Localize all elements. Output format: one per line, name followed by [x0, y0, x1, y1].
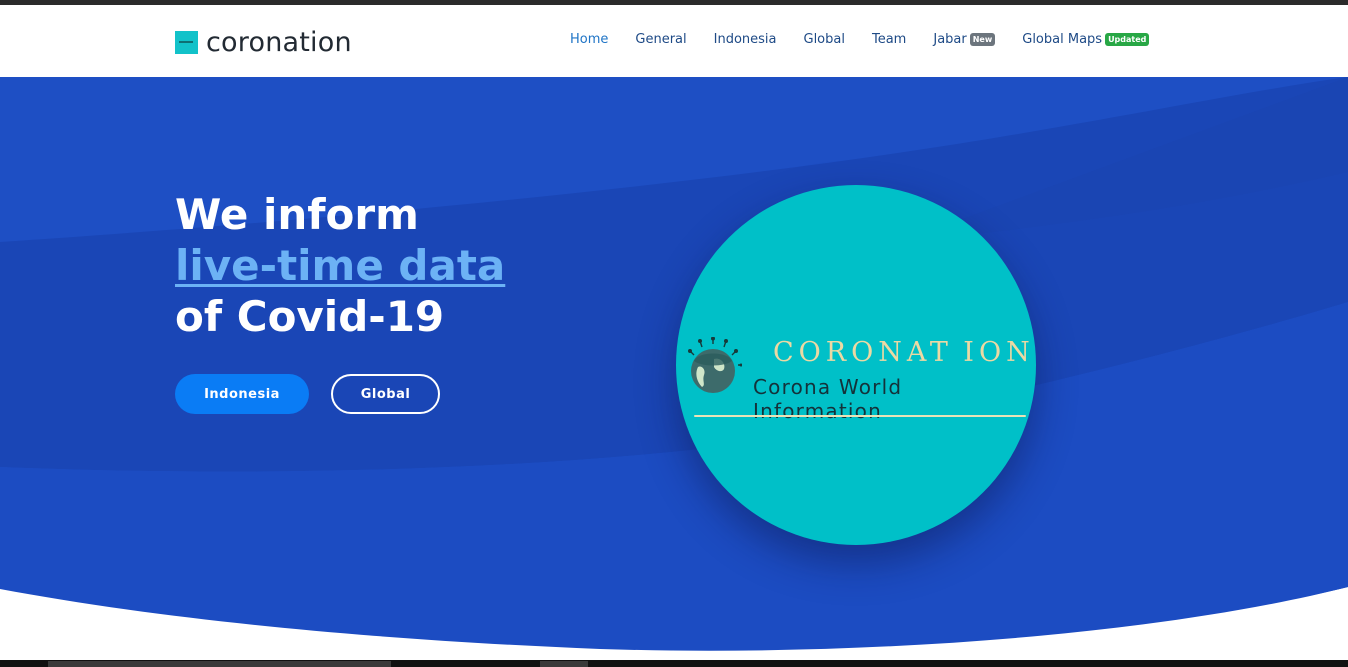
- taskbar-segment: [48, 661, 391, 667]
- nav-label: Indonesia: [713, 32, 777, 47]
- hero-background: [0, 77, 1348, 667]
- nav-label: Team: [871, 32, 907, 47]
- nav-item-global-maps[interactable]: Global Maps Updated: [1022, 32, 1150, 47]
- hero-headline: We inform live-time data of Covid-19: [175, 189, 505, 342]
- coronation-logo-card: CORONAT ION Corona World Information: [676, 185, 1036, 545]
- logo-divider: [694, 415, 1026, 417]
- nav-label: Jabar: [933, 32, 967, 47]
- new-badge: New: [969, 33, 996, 46]
- nav-label: General: [635, 32, 687, 47]
- nav-label: Global: [803, 32, 845, 47]
- nav-item-global[interactable]: Global: [804, 32, 845, 47]
- nav-links: Home General Indonesia Global Team Jabar…: [570, 32, 1150, 47]
- virus-globe-icon: [688, 337, 742, 393]
- updated-badge: Updated: [1105, 33, 1150, 46]
- live-time-data-link[interactable]: live-time data: [175, 240, 505, 291]
- nav-item-indonesia[interactable]: Indonesia: [714, 32, 777, 47]
- logo-title: CORONAT ION: [773, 337, 1035, 368]
- nav-label: Home: [570, 32, 609, 47]
- global-button[interactable]: Global: [331, 374, 440, 414]
- nav-item-general[interactable]: General: [635, 32, 686, 47]
- hero-section: We inform live-time data of Covid-19 Ind…: [0, 77, 1348, 667]
- taskbar-segment: [540, 661, 588, 667]
- nav-label: Global Maps: [1022, 32, 1103, 47]
- nav-item-team[interactable]: Team: [872, 32, 906, 47]
- coronation-logo-icon: [175, 31, 198, 54]
- brand-name: coronation: [206, 27, 352, 58]
- navbar: coronation Home General Indonesia Global…: [0, 5, 1348, 77]
- indonesia-button[interactable]: Indonesia: [175, 374, 309, 414]
- headline-line-3: of Covid-19: [175, 292, 445, 341]
- nav-item-jabar[interactable]: Jabar New: [933, 32, 996, 47]
- brand-link[interactable]: coronation: [175, 27, 352, 58]
- nav-item-home[interactable]: Home: [570, 32, 608, 47]
- headline-line-1: We inform: [175, 190, 419, 239]
